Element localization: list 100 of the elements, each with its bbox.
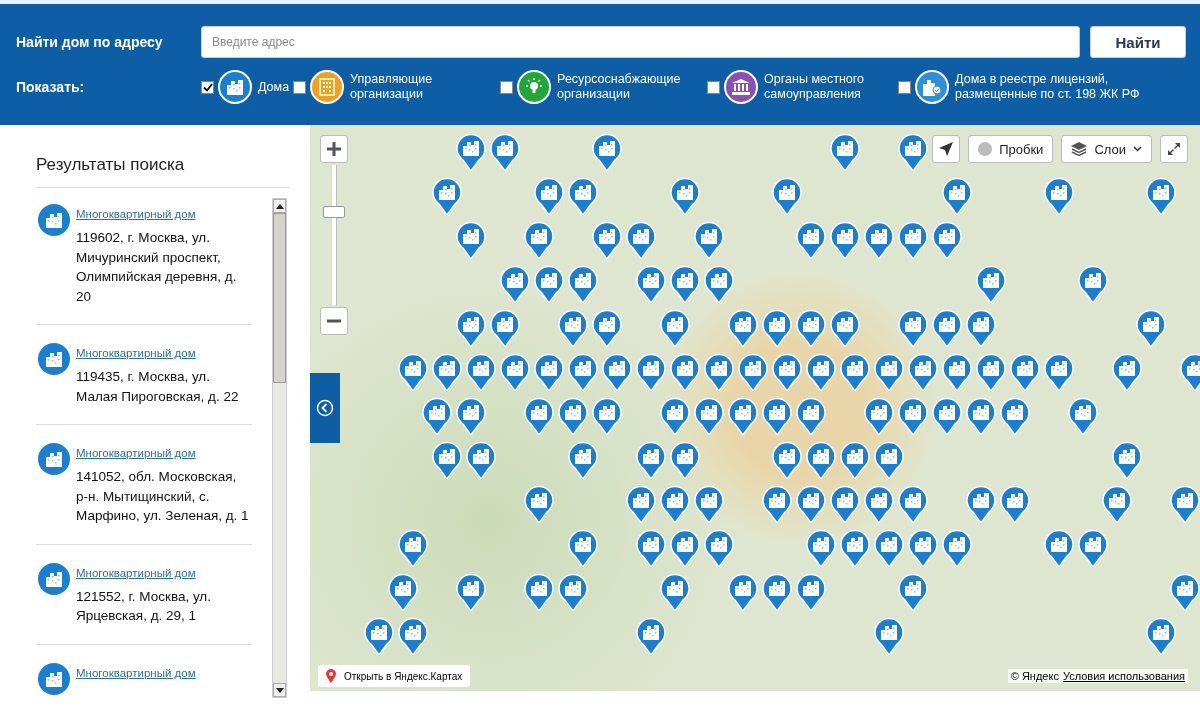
map-pin-icon[interactable] bbox=[524, 573, 554, 611]
map-pin-icon[interactable] bbox=[1112, 441, 1142, 479]
map-pin-icon[interactable] bbox=[636, 265, 666, 303]
filter-checkbox[interactable] bbox=[201, 80, 214, 94]
map-pin-icon[interactable] bbox=[874, 441, 904, 479]
map-pin-icon[interactable] bbox=[1170, 485, 1200, 523]
map-pin-icon[interactable] bbox=[898, 221, 928, 259]
zoom-slider-thumb[interactable] bbox=[323, 205, 345, 218]
map-pin-icon[interactable] bbox=[568, 177, 598, 215]
map-pin-icon[interactable] bbox=[456, 397, 486, 435]
map-pin-icon[interactable] bbox=[456, 309, 486, 347]
map-pin-icon[interactable] bbox=[670, 441, 700, 479]
map-pin-icon[interactable] bbox=[524, 485, 554, 523]
map-pin-icon[interactable] bbox=[796, 309, 826, 347]
collapse-panel-button[interactable] bbox=[310, 373, 340, 443]
map-pin-icon[interactable] bbox=[942, 177, 972, 215]
map-pin-icon[interactable] bbox=[762, 397, 792, 435]
map-background[interactable]: Пробки Слои Открыть в Яндекс.Картах © Яндекс Условия использования bbox=[310, 125, 1200, 691]
map-pin-icon[interactable] bbox=[592, 309, 622, 347]
map-pin-icon[interactable] bbox=[772, 441, 802, 479]
map-pin-icon[interactable] bbox=[422, 397, 452, 435]
map-pin-icon[interactable] bbox=[898, 309, 928, 347]
map-pin-icon[interactable] bbox=[932, 309, 962, 347]
map-pin-icon[interactable] bbox=[932, 221, 962, 259]
map-pin-icon[interactable] bbox=[432, 177, 462, 215]
map-pin-icon[interactable] bbox=[432, 353, 462, 391]
map-pin-icon[interactable] bbox=[398, 353, 428, 391]
map-pin-icon[interactable] bbox=[398, 529, 428, 567]
map-pin-icon[interactable] bbox=[966, 485, 996, 523]
map-pin-icon[interactable] bbox=[524, 397, 554, 435]
map-pin-icon[interactable] bbox=[694, 221, 724, 259]
map-pin-icon[interactable] bbox=[1068, 397, 1098, 435]
map-pin-icon[interactable] bbox=[1146, 177, 1176, 215]
fullscreen-button[interactable] bbox=[1160, 135, 1188, 163]
map-pin-icon[interactable] bbox=[898, 573, 928, 611]
map-pin-icon[interactable] bbox=[728, 397, 758, 435]
map-pin-icon[interactable] bbox=[976, 353, 1006, 391]
map-pin-icon[interactable] bbox=[830, 309, 860, 347]
map-pin-icon[interactable] bbox=[636, 529, 666, 567]
map-pin-icon[interactable] bbox=[898, 397, 928, 435]
result-link[interactable]: Многоквартирный дом bbox=[76, 666, 196, 679]
map-pin-icon[interactable] bbox=[796, 485, 826, 523]
filter-label[interactable]: Управляющие организации bbox=[350, 72, 497, 102]
map-pin-icon[interactable] bbox=[738, 353, 768, 391]
map-pin-icon[interactable] bbox=[840, 441, 870, 479]
map-pin-icon[interactable] bbox=[942, 353, 972, 391]
result-link[interactable]: Многоквартирный дом bbox=[76, 208, 196, 220]
map-pin-icon[interactable] bbox=[558, 573, 588, 611]
map-pin-icon[interactable] bbox=[898, 485, 928, 523]
map-pin-icon[interactable] bbox=[796, 573, 826, 611]
map-pin-icon[interactable] bbox=[670, 177, 700, 215]
map-pin-icon[interactable] bbox=[1170, 573, 1200, 611]
map-pin-icon[interactable] bbox=[830, 221, 860, 259]
map-pin-icon[interactable] bbox=[500, 353, 530, 391]
traffic-button[interactable]: Пробки bbox=[968, 135, 1054, 163]
map-pin-icon[interactable] bbox=[966, 309, 996, 347]
filter-label[interactable]: Органы местного самоуправления bbox=[764, 72, 895, 102]
map-pin-icon[interactable] bbox=[636, 353, 666, 391]
map-pin-icon[interactable] bbox=[796, 397, 826, 435]
map-pin-icon[interactable] bbox=[1044, 353, 1074, 391]
map-pin-icon[interactable] bbox=[898, 133, 928, 171]
map-pin-icon[interactable] bbox=[592, 133, 622, 171]
map-pin-icon[interactable] bbox=[864, 397, 894, 435]
scrollbar[interactable] bbox=[272, 198, 287, 698]
filter-checkbox[interactable] bbox=[500, 80, 514, 94]
filter-label[interactable]: Дома в реестре лицензий, размещенные по ст. 198 ЖК РФ bbox=[955, 72, 1176, 102]
map-pin-icon[interactable] bbox=[806, 353, 836, 391]
map-pin-icon[interactable] bbox=[466, 353, 496, 391]
map-pin-icon[interactable] bbox=[670, 353, 700, 391]
find-button[interactable]: Найти bbox=[1090, 26, 1186, 58]
map-pin-icon[interactable] bbox=[762, 309, 792, 347]
map-pin-icon[interactable] bbox=[456, 133, 486, 171]
map-pin-icon[interactable] bbox=[932, 397, 962, 435]
map-pin-icon[interactable] bbox=[660, 397, 690, 435]
map-pin-icon[interactable] bbox=[772, 177, 802, 215]
map-pin-icon[interactable] bbox=[806, 529, 836, 567]
map-pin-icon[interactable] bbox=[942, 529, 972, 567]
map-pin-icon[interactable] bbox=[388, 573, 418, 611]
map-pin-icon[interactable] bbox=[772, 353, 802, 391]
map-pin-icon[interactable] bbox=[398, 617, 428, 655]
map-pin-icon[interactable] bbox=[874, 353, 904, 391]
map-pin-icon[interactable] bbox=[500, 265, 530, 303]
map-pin-icon[interactable] bbox=[534, 177, 564, 215]
map-pin-icon[interactable] bbox=[908, 353, 938, 391]
map-pin-icon[interactable] bbox=[432, 441, 462, 479]
map-pin-icon[interactable] bbox=[490, 133, 520, 171]
map-pin-icon[interactable] bbox=[1102, 485, 1132, 523]
map-pin-icon[interactable] bbox=[592, 221, 622, 259]
filter-checkbox[interactable] bbox=[707, 80, 721, 94]
zoom-in-button[interactable] bbox=[320, 135, 348, 163]
map-pin-icon[interactable] bbox=[660, 485, 690, 523]
map-pin-icon[interactable] bbox=[364, 617, 394, 655]
map-pin-icon[interactable] bbox=[534, 265, 564, 303]
map-pin-icon[interactable] bbox=[558, 397, 588, 435]
map-pin-icon[interactable] bbox=[636, 617, 666, 655]
map-pin-icon[interactable] bbox=[456, 573, 486, 611]
filter-checkbox[interactable] bbox=[898, 80, 912, 94]
map-pin-icon[interactable] bbox=[568, 353, 598, 391]
map-pin-icon[interactable] bbox=[728, 573, 758, 611]
map-pin-icon[interactable] bbox=[1000, 485, 1030, 523]
